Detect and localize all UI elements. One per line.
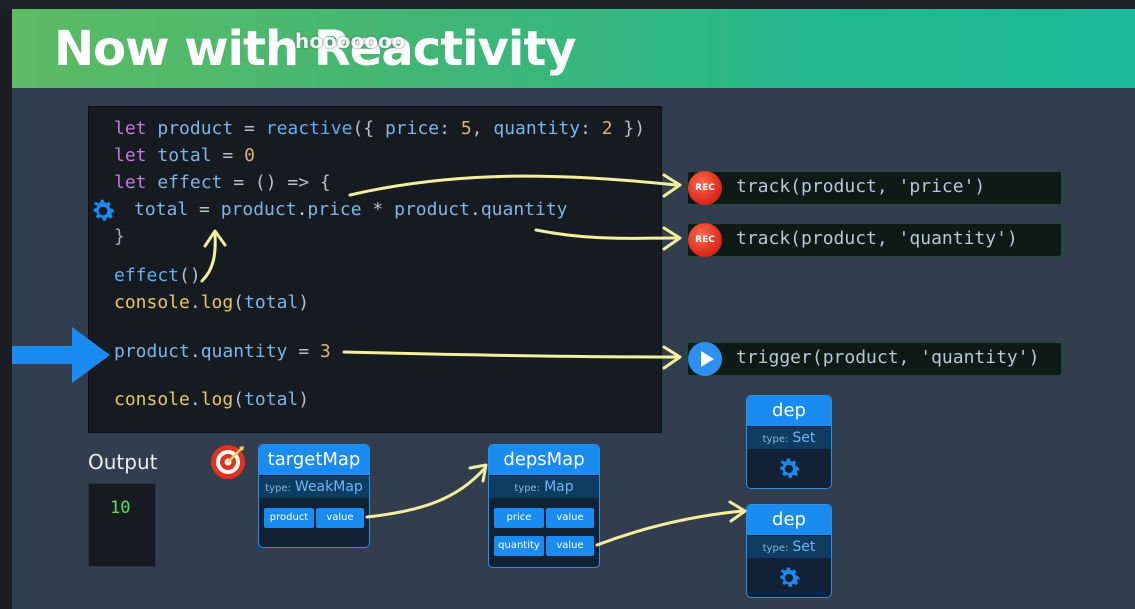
code-line-9: console.log(total) — [114, 389, 310, 410]
depsmap-key-price: price — [494, 508, 544, 528]
targetmap-box: targetMap type: WeakMap product value — [258, 444, 370, 548]
play-icon — [688, 342, 722, 376]
dep-box-quantity: dep type: Set — [746, 504, 832, 598]
output-panel: 10 — [88, 483, 156, 567]
callout-track-price: REC track(product, 'price') — [687, 171, 1062, 205]
callout-track-quantity: REC track(product, 'quantity') — [687, 223, 1062, 257]
callout-text: track(product, 'quantity') — [736, 228, 1018, 249]
targetmap-value: value — [316, 508, 364, 528]
slide-header: Now with Reactivity hooooooo — [12, 9, 1135, 88]
depsmap-title: depsMap — [489, 445, 599, 475]
dep-title: dep — [747, 396, 831, 426]
code-line-6: effect() — [114, 265, 201, 286]
depsmap-key-quantity: quantity — [494, 536, 544, 556]
callout-trigger-quantity: trigger(product, 'quantity') — [687, 342, 1062, 376]
code-line-7: console.log(total) — [114, 292, 310, 313]
code-line-1: let product = reactive({ price: 5, quant… — [114, 118, 646, 139]
code-line-5: } — [114, 226, 125, 247]
gear-icon — [93, 199, 115, 221]
dep-box-price: dep type: Set — [746, 395, 832, 489]
depsmap-box: depsMap type: Map price value quantity va… — [488, 444, 600, 568]
depsmap-value-quantity: value — [546, 536, 594, 556]
window-top-bar — [0, 0, 1135, 9]
targetmap-key: product — [264, 508, 314, 528]
targetmap-title: targetMap — [259, 445, 369, 475]
output-label: Output — [88, 450, 158, 474]
target-icon — [211, 445, 245, 479]
dep-type: type: Set — [747, 536, 831, 558]
arrow-depsmap-to-dep — [595, 509, 744, 547]
code-panel: let product = reactive({ price: 5, quant… — [88, 106, 662, 433]
code-line-3: let effect = () => { — [114, 172, 331, 193]
gear-icon — [780, 458, 800, 478]
output-value: 10 — [110, 498, 131, 518]
arrow-right-icon — [12, 327, 110, 383]
depsmap-value-price: value — [546, 508, 594, 528]
code-line-8: product.quantity = 3 — [114, 341, 331, 362]
code-line-2: let total = 0 — [114, 145, 255, 166]
dep-title: dep — [747, 505, 831, 535]
arrow-targetmap-to-depsmap — [365, 467, 486, 519]
callout-text: track(product, 'price') — [736, 176, 986, 197]
record-icon: REC — [688, 223, 722, 257]
watermark-text: hooooooo — [295, 29, 406, 53]
slide: Now with Reactivity hooooooo let product… — [12, 9, 1135, 609]
record-icon: REC — [688, 171, 722, 205]
code-line-4: total = product.price * product.quantity — [134, 199, 568, 220]
targetmap-type: type: WeakMap — [259, 476, 369, 498]
dep-type: type: Set — [747, 427, 831, 449]
callout-text: trigger(product, 'quantity') — [736, 347, 1040, 368]
depsmap-type: type: Map — [489, 476, 599, 498]
gear-icon — [780, 567, 800, 587]
